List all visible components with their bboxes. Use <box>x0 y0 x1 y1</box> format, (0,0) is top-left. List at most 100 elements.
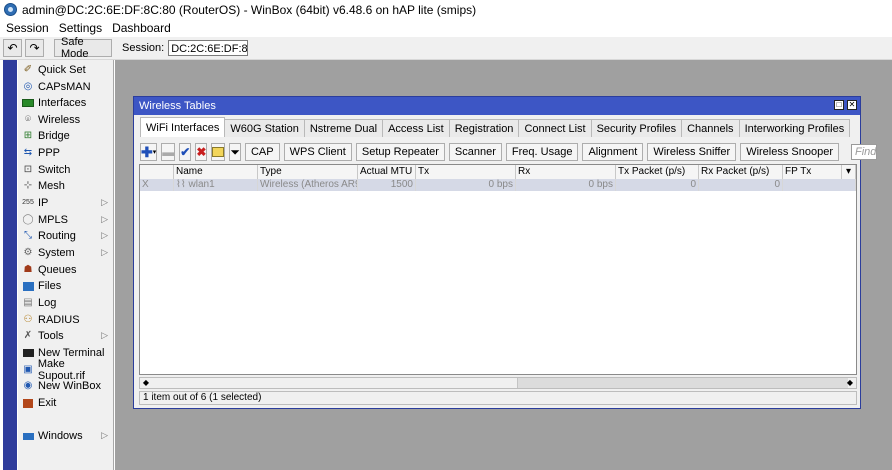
sidebar-item-ip[interactable]: 255 IP ▷ <box>18 195 114 211</box>
sidebar-item-windows[interactable]: Windows ▷ <box>18 428 114 444</box>
sidebar-item-log[interactable]: ▤ Log <box>18 295 114 311</box>
column-menu-button[interactable]: ▾ <box>842 165 856 179</box>
cap-button[interactable]: CAP <box>244 143 280 161</box>
column-header-actual-mtu[interactable]: Actual MTU <box>358 165 416 179</box>
setup-repeater-button[interactable]: Setup Repeater <box>355 143 445 161</box>
sidebar-item-label: Windows <box>38 430 83 442</box>
sidebar-item-queues[interactable]: ☗ Queues <box>18 262 114 278</box>
chevron-down-icon: ▾ <box>152 149 157 156</box>
scroll-right-icon[interactable]: ◆ <box>845 378 855 388</box>
system-icon: ⚙ <box>23 247 33 258</box>
session-field[interactable]: DC:2C:6E:DF:8C:80 <box>168 40 249 56</box>
log-icon: ▤ <box>23 297 33 308</box>
sidebar-item-exit[interactable]: Exit <box>18 395 114 411</box>
sidebar-item-switch[interactable]: ⊡ Switch <box>18 162 114 178</box>
safe-mode-button[interactable]: Safe Mode <box>54 36 112 60</box>
freq-usage-button[interactable]: Freq. Usage <box>505 143 579 161</box>
submenu-arrow-icon: ▷ <box>101 430 108 440</box>
column-header-name[interactable]: Name <box>174 165 258 179</box>
column-header-tx[interactable]: Tx <box>416 165 516 179</box>
tab-registration[interactable]: Registration <box>448 119 520 137</box>
wps-client-button[interactable]: WPS Client <box>283 143 352 161</box>
tab-connect-list[interactable]: Connect List <box>518 119 592 137</box>
wireless-action-bar: ✚ ▾ ▬ ✔ ✖ ⏷ CAP WPS Client Setup Repeater… <box>140 142 878 162</box>
tab-access-list[interactable]: Access List <box>382 119 450 137</box>
submenu-arrow-icon: ▷ <box>101 330 108 340</box>
close-icon[interactable]: ✕ <box>847 100 857 110</box>
sidebar-item-label: Switch <box>38 164 71 176</box>
column-header-rx[interactable]: Rx <box>516 165 616 179</box>
checkmark-icon: ✔ <box>180 145 191 159</box>
wireless-tables-titlebar[interactable]: Wireless Tables □ ✕ <box>134 97 860 115</box>
queues-icon: ☗ <box>23 264 33 275</box>
tab-security-profiles[interactable]: Security Profiles <box>590 119 683 137</box>
tab-w60g-station[interactable]: W60G Station <box>224 119 305 137</box>
maximize-icon[interactable]: □ <box>834 100 844 110</box>
sidebar-item-label: Log <box>38 297 57 309</box>
sidebar-item-tools[interactable]: ✗ Tools ▷ <box>18 328 114 344</box>
redo-button[interactable]: ↷ <box>25 39 44 57</box>
column-header-flag[interactable] <box>140 165 174 179</box>
scanner-button[interactable]: Scanner <box>448 143 502 161</box>
horizontal-scrollbar[interactable]: ◆ ◆ <box>139 377 857 389</box>
filter-button[interactable]: ⏷ <box>229 143 241 161</box>
sidebar-item-quick-set[interactable]: ✐ Quick Set <box>18 62 114 78</box>
menu-dashboard[interactable]: Dashboard <box>112 21 171 35</box>
sidebar-item-make-supout[interactable]: ▣ Make Supout.rif <box>18 358 114 382</box>
windows-icon <box>22 431 34 442</box>
enable-button[interactable]: ✔ <box>179 143 192 161</box>
sidebar-item-routing[interactable]: ⤡ Routing ▷ <box>18 228 114 244</box>
submenu-arrow-icon: ▷ <box>101 197 108 207</box>
sidebar-item-radius[interactable]: ⚇ RADIUS <box>18 312 114 328</box>
sidebar-item-files[interactable]: Files <box>18 278 114 294</box>
routing-icon: ⤡ <box>24 230 32 241</box>
sidebar-item-system[interactable]: ⚙ System ▷ <box>18 245 114 261</box>
sidebar-item-capsman[interactable]: ◎ CAPsMAN <box>18 79 114 95</box>
sidebar-item-wireless[interactable]: ⌾ Wireless <box>18 112 114 128</box>
menu-session[interactable]: Session <box>6 21 49 35</box>
interfaces-icon <box>22 98 34 109</box>
wand-icon: ✐ <box>23 64 33 75</box>
column-header-rx-packet[interactable]: Rx Packet (p/s) <box>699 165 783 179</box>
disable-button[interactable]: ✖ <box>195 143 208 161</box>
tab-channels[interactable]: Channels <box>681 119 740 137</box>
menu-settings[interactable]: Settings <box>59 21 102 35</box>
table-row[interactable]: X ⌇⌇ wlan1 Wireless (Atheros AR9... 1500… <box>140 179 856 191</box>
sidebar-item-label: Interfaces <box>38 97 87 109</box>
terminal-icon <box>22 348 34 359</box>
submenu-arrow-icon: ▷ <box>101 214 108 224</box>
row-fp-tx <box>783 179 856 191</box>
sidebar-item-bridge[interactable]: ⊞ Bridge <box>18 128 114 144</box>
scroll-left-icon[interactable]: ◆ <box>141 378 151 388</box>
row-tx-packet: 0 <box>616 179 699 191</box>
alignment-button[interactable]: Alignment <box>582 143 644 161</box>
sidebar-item-mpls[interactable]: ◯ MPLS ▷ <box>18 212 114 228</box>
row-rx: 0 bps <box>516 179 616 191</box>
comment-button[interactable] <box>211 143 226 161</box>
column-header-tx-packet[interactable]: Tx Packet (p/s) <box>616 165 699 179</box>
sidebar-item-label: IP <box>38 197 49 209</box>
sidebar-item-ppp[interactable]: ⇆ PPP <box>18 145 114 161</box>
sidebar-item-new-winbox[interactable]: ◉ New WinBox <box>18 378 114 394</box>
note-icon <box>212 147 225 157</box>
session-label: Session: <box>122 42 165 54</box>
column-header-fp-tx[interactable]: FP Tx <box>783 165 842 179</box>
find-input[interactable]: Find <box>851 144 878 160</box>
window-title: admin@DC:2C:6E:DF:8C:80 (RouterOS) - Win… <box>22 2 477 17</box>
tab-interworking-profiles[interactable]: Interworking Profiles <box>738 119 851 137</box>
wireless-snooper-button[interactable]: Wireless Snooper <box>740 143 840 161</box>
wireless-sniffer-button[interactable]: Wireless Sniffer <box>647 143 737 161</box>
tab-nstreme-dual[interactable]: Nstreme Dual <box>303 119 384 137</box>
minus-icon: ▬ <box>162 145 175 159</box>
sidebar-item-mesh[interactable]: ⊹ Mesh <box>18 178 114 194</box>
undo-button[interactable]: ↶ <box>3 39 22 57</box>
exit-icon <box>22 398 34 409</box>
column-header-type[interactable]: Type <box>258 165 358 179</box>
scroll-thumb[interactable] <box>517 378 848 388</box>
tab-wifi-interfaces[interactable]: WiFi Interfaces <box>140 117 226 137</box>
sidebar-item-interfaces[interactable]: Interfaces <box>18 95 114 111</box>
sidebar-item-label: RADIUS <box>38 314 80 326</box>
add-button[interactable]: ✚ ▾ <box>140 143 158 161</box>
remove-button[interactable]: ▬ <box>161 143 176 161</box>
wireless-tables-title: Wireless Tables <box>139 100 216 112</box>
